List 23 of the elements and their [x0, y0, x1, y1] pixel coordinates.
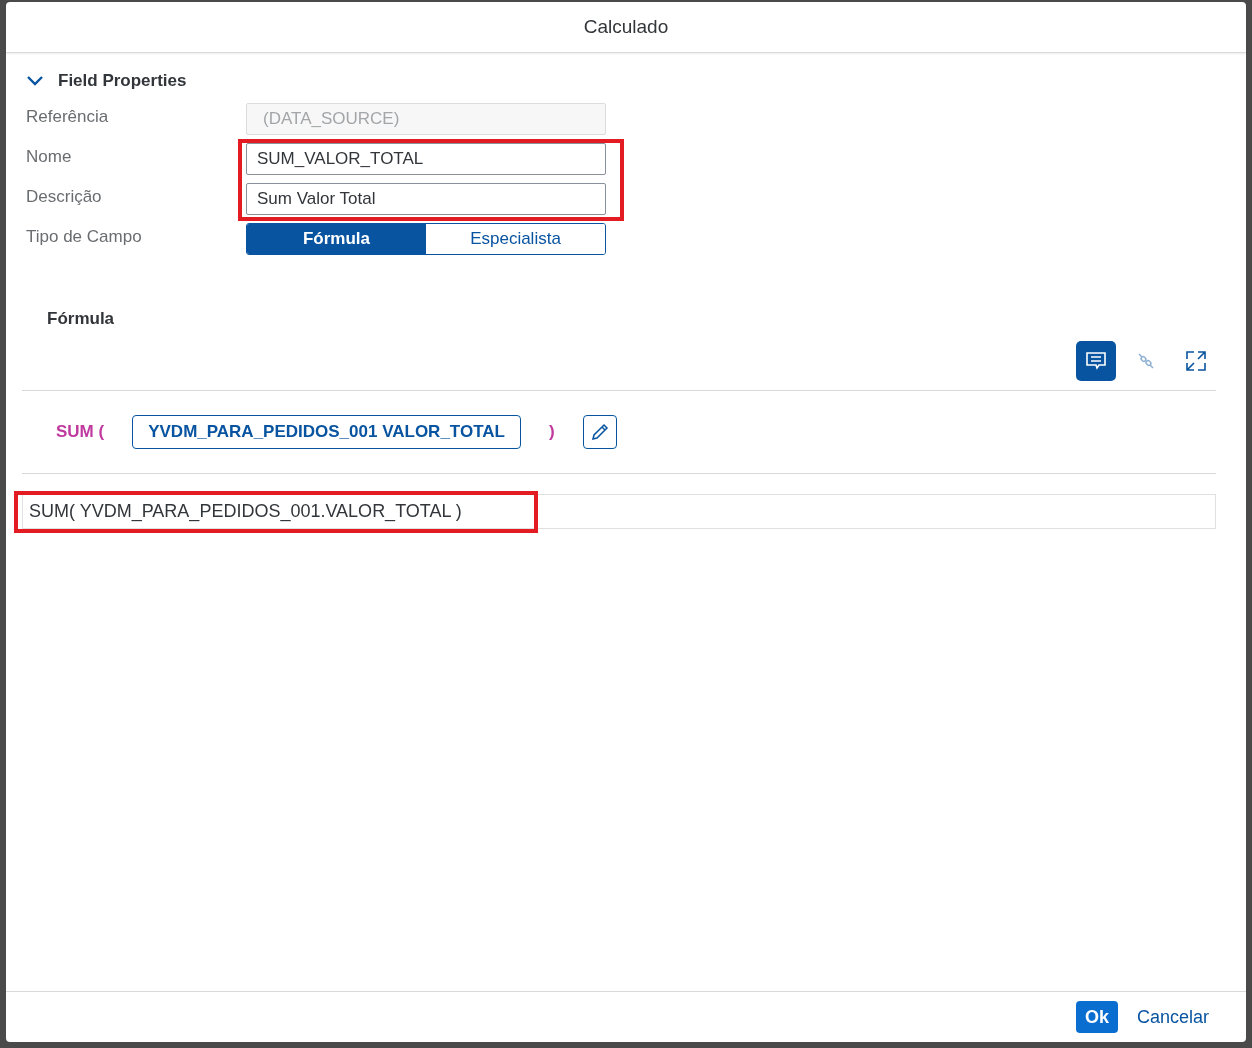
comment-button[interactable]	[1076, 341, 1116, 381]
field-token[interactable]: YVDM_PARA_PEDIDOS_001 VALOR_TOTAL	[132, 415, 521, 449]
expand-icon	[1185, 350, 1207, 372]
ok-button[interactable]: Ok	[1075, 1001, 1118, 1033]
expression-field[interactable]: SUM( YVDM_PARA_PEDIDOS_001.VALOR_TOTAL )	[22, 494, 1216, 529]
pencil-icon	[590, 423, 609, 441]
field-label: Referência	[26, 106, 110, 128]
chevron-down-icon	[26, 75, 44, 87]
edit-button[interactable]	[582, 415, 617, 449]
text-field[interactable]: Sum Valor Total	[246, 183, 606, 215]
dialog-title: Calculado	[583, 16, 669, 38]
function-token: SUM (	[56, 422, 105, 442]
field-label: Nome	[26, 146, 73, 168]
comment-icon	[1085, 351, 1107, 371]
section-toggle[interactable]: Field Properties	[16, 71, 187, 91]
text-field[interactable]: SUM_VALOR_TOTAL	[246, 143, 606, 175]
link-icon	[1136, 351, 1156, 371]
field-label: Descrição	[26, 186, 103, 208]
function-token: )	[548, 422, 555, 442]
field-label: Tipo de Campo	[26, 226, 143, 248]
segment-button[interactable]: Fórmula	[247, 224, 426, 254]
section-heading: Fórmula	[47, 309, 116, 329]
cancel-button[interactable]: Cancelar	[1127, 1001, 1218, 1033]
